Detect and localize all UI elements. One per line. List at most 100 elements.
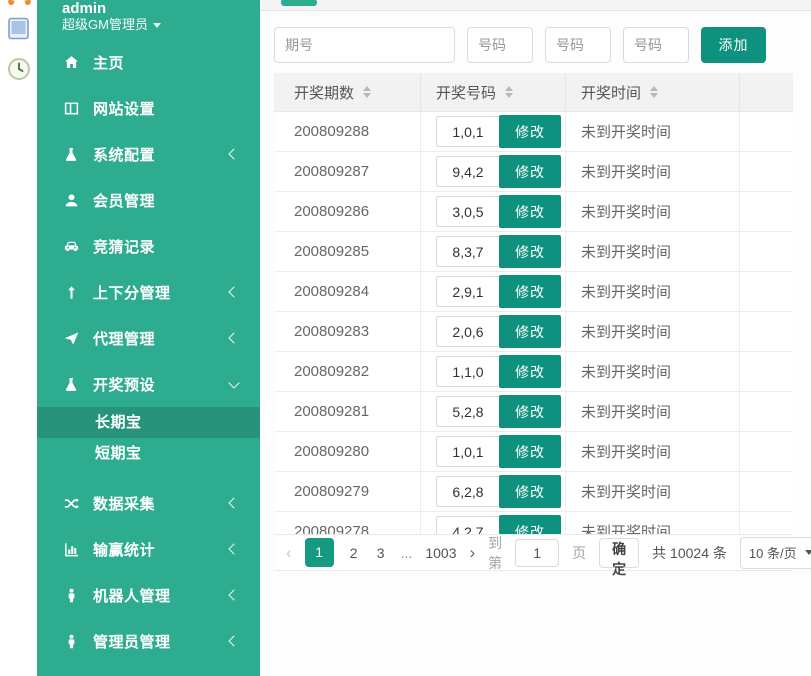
- period-search-input[interactable]: [274, 27, 455, 63]
- bar-chart-icon: [62, 541, 80, 558]
- empty-cell: [740, 432, 793, 471]
- goto-page-input[interactable]: [515, 539, 559, 567]
- period-cell: 200809285: [274, 232, 421, 271]
- numbers-input[interactable]: [436, 276, 500, 307]
- sidebar-item-2[interactable]: 网站设置: [37, 85, 260, 131]
- time-cell: 未到开奖时间: [566, 472, 740, 511]
- shuffle-icon: [62, 495, 80, 512]
- numbers-input[interactable]: [436, 116, 500, 147]
- numbers-input[interactable]: [436, 396, 500, 427]
- profile[interactable]: admin 超级GM管理员: [37, 0, 260, 33]
- sidebar-item-label: 系统配置: [93, 144, 155, 165]
- home-icon: [62, 54, 80, 71]
- next-page-button[interactable]: ›: [470, 543, 476, 563]
- page-numbers: 123...1003: [305, 538, 457, 567]
- page-button-1003[interactable]: 1003: [425, 545, 456, 561]
- person-icon: [62, 633, 80, 650]
- header-time[interactable]: 开奖时间: [566, 73, 740, 111]
- numbers-input[interactable]: [436, 156, 500, 187]
- sidebar-submenu: 长期宝短期宝: [37, 407, 260, 469]
- tablet-icon[interactable]: [7, 17, 30, 45]
- profile-username: admin: [62, 1, 260, 17]
- numbers-cell: 修改: [421, 472, 566, 511]
- sort-icon[interactable]: [363, 86, 371, 98]
- period-cell: 200809286: [274, 192, 421, 231]
- time-cell: 未到开奖时间: [566, 312, 740, 351]
- numbers-input[interactable]: [436, 356, 500, 387]
- caret-down-icon: [805, 550, 811, 555]
- results-table: 开奖期数 开奖号码 开奖时间 200809288修改未到开奖时间20080928…: [274, 73, 793, 534]
- profile-role[interactable]: 超级GM管理员: [62, 17, 260, 33]
- period-cell: 200809283: [274, 312, 421, 351]
- number-input-3[interactable]: [623, 27, 689, 63]
- table-row: 200809279 修改未到开奖时间: [274, 472, 793, 512]
- sidebar-item-9[interactable]: 数据采集: [37, 480, 260, 526]
- page-size-select[interactable]: 10 条/页: [740, 537, 811, 569]
- sidebar-item-label: 网站设置: [93, 98, 155, 119]
- modify-button[interactable]: 修改: [499, 435, 561, 468]
- main-content: 添加 开奖期数 开奖号码 开奖时间 200809288修改未到开奖时间20080…: [260, 0, 811, 676]
- goto-label: 到第: [488, 533, 502, 573]
- sort-icon[interactable]: [505, 86, 513, 98]
- sidebar-item-8[interactable]: 开奖预设: [37, 361, 260, 407]
- modify-button[interactable]: 修改: [499, 155, 561, 188]
- modify-button[interactable]: 修改: [499, 195, 561, 228]
- table-row: 200809283 修改未到开奖时间: [274, 312, 793, 352]
- sidebar-item-12[interactable]: 管理员管理: [37, 618, 260, 664]
- header-period[interactable]: 开奖期数: [274, 73, 421, 111]
- modify-button[interactable]: 修改: [499, 315, 561, 348]
- numbers-input[interactable]: [436, 516, 500, 534]
- columns-icon: [62, 100, 80, 117]
- empty-cell: [740, 272, 793, 311]
- add-button[interactable]: 添加: [701, 27, 766, 63]
- empty-cell: [740, 472, 793, 511]
- chevron-left-icon: [228, 589, 239, 600]
- sidebar-item-1[interactable]: 主页: [37, 39, 260, 85]
- number-input-2[interactable]: [545, 27, 611, 63]
- prev-page-button[interactable]: ‹: [286, 543, 292, 563]
- clock-icon[interactable]: [7, 57, 31, 86]
- numbers-cell: 修改: [421, 352, 566, 391]
- header-numbers[interactable]: 开奖号码: [421, 73, 566, 111]
- page-button-1[interactable]: 1: [305, 538, 334, 567]
- modify-button[interactable]: 修改: [499, 475, 561, 508]
- sidebar-item-10[interactable]: 输赢统计: [37, 526, 260, 572]
- sidebar-item-6[interactable]: 上下分管理: [37, 269, 260, 315]
- chevron-left-icon: [228, 497, 239, 508]
- period-cell: 200809279: [274, 472, 421, 511]
- time-cell: 未到开奖时间: [566, 152, 740, 191]
- empty-cell: [740, 512, 793, 534]
- modify-button[interactable]: 修改: [499, 235, 561, 268]
- numbers-input[interactable]: [436, 436, 500, 467]
- page-button-3[interactable]: 3: [374, 545, 388, 561]
- sidebar-subitem[interactable]: 长期宝: [37, 407, 260, 438]
- modify-button[interactable]: 修改: [499, 515, 561, 534]
- page-button-2[interactable]: 2: [347, 545, 361, 561]
- arrow-up-icon: [62, 284, 80, 301]
- number-input-1[interactable]: [467, 27, 533, 63]
- partial-tab-button[interactable]: [281, 0, 317, 6]
- pagination-bar: ‹ 123...1003 › 到第 页 确定 共 10024 条 10 条/页: [274, 534, 793, 571]
- numbers-input[interactable]: [436, 196, 500, 227]
- modify-button[interactable]: 修改: [499, 115, 561, 148]
- sidebar-item-5[interactable]: 竞猜记录: [37, 223, 260, 269]
- sidebar-item-3[interactable]: 系统配置: [37, 131, 260, 177]
- numbers-input[interactable]: [436, 476, 500, 507]
- numbers-cell: 修改: [421, 432, 566, 471]
- sidebar-item-4[interactable]: 会员管理: [37, 177, 260, 223]
- numbers-input[interactable]: [436, 236, 500, 267]
- sidebar-item-11[interactable]: 机器人管理: [37, 572, 260, 618]
- chevron-left-icon: [228, 543, 239, 554]
- confirm-button[interactable]: 确定: [599, 538, 639, 568]
- sidebar-item-7[interactable]: 代理管理: [37, 315, 260, 361]
- sort-icon[interactable]: [650, 86, 658, 98]
- numbers-input[interactable]: [436, 316, 500, 347]
- chevron-down-icon: [228, 377, 239, 388]
- sidebar-subitem[interactable]: 短期宝: [37, 438, 260, 469]
- modify-button[interactable]: 修改: [499, 355, 561, 388]
- modify-button[interactable]: 修改: [499, 275, 561, 308]
- edge-strip: [0, 0, 37, 676]
- time-cell: 未到开奖时间: [566, 272, 740, 311]
- period-cell: 200809288: [274, 112, 421, 151]
- modify-button[interactable]: 修改: [499, 395, 561, 428]
